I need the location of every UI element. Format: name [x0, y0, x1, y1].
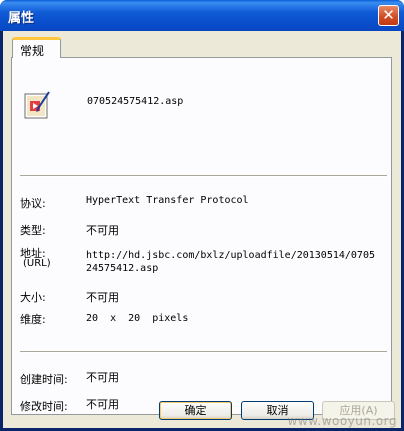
dimensions-label: 维度:: [20, 313, 46, 326]
window-title: 属性: [8, 11, 35, 26]
protocol-value: HyperText Transfer Protocol: [86, 195, 249, 206]
watermark: www.wooyun.org: [287, 414, 397, 428]
tab-general-label: 常规: [20, 44, 45, 58]
size-value: 不可用: [86, 291, 119, 304]
modified-label: 修改时间:: [20, 400, 68, 413]
close-button[interactable]: ✕: [378, 5, 399, 26]
close-icon: ✕: [382, 6, 395, 24]
protocol-label: 协议:: [20, 197, 46, 210]
file-name: 070524575412.asp: [87, 96, 184, 107]
dialog-client: 常规 070524575412.asp 协议: HyperText Transf…: [3, 31, 401, 428]
modified-value: 不可用: [86, 398, 119, 411]
type-value: 不可用: [86, 224, 119, 237]
address-value: http://hd.jsbc.com/bxlz/uploadfile/20130…: [86, 250, 375, 274]
file-icon: [24, 91, 50, 119]
address-sublabel: (URL): [23, 258, 51, 269]
created-value: 不可用: [86, 371, 119, 384]
separator: [20, 351, 387, 353]
ok-button[interactable]: 确定: [159, 401, 232, 420]
created-label: 创建时间:: [20, 373, 68, 386]
separator: [20, 175, 387, 177]
size-label: 大小:: [20, 291, 46, 304]
title-bar[interactable]: 属性 ✕: [0, 0, 404, 31]
general-panel: 070524575412.asp 协议: HyperText Transfer …: [11, 57, 392, 415]
tab-general[interactable]: 常规: [12, 37, 61, 58]
properties-window: 属性 ✕ 常规 070524575412.asp 协议: HyperText T…: [0, 0, 404, 431]
dimensions-value: 20 x 20 pixels: [86, 313, 189, 324]
type-label: 类型:: [20, 224, 46, 237]
